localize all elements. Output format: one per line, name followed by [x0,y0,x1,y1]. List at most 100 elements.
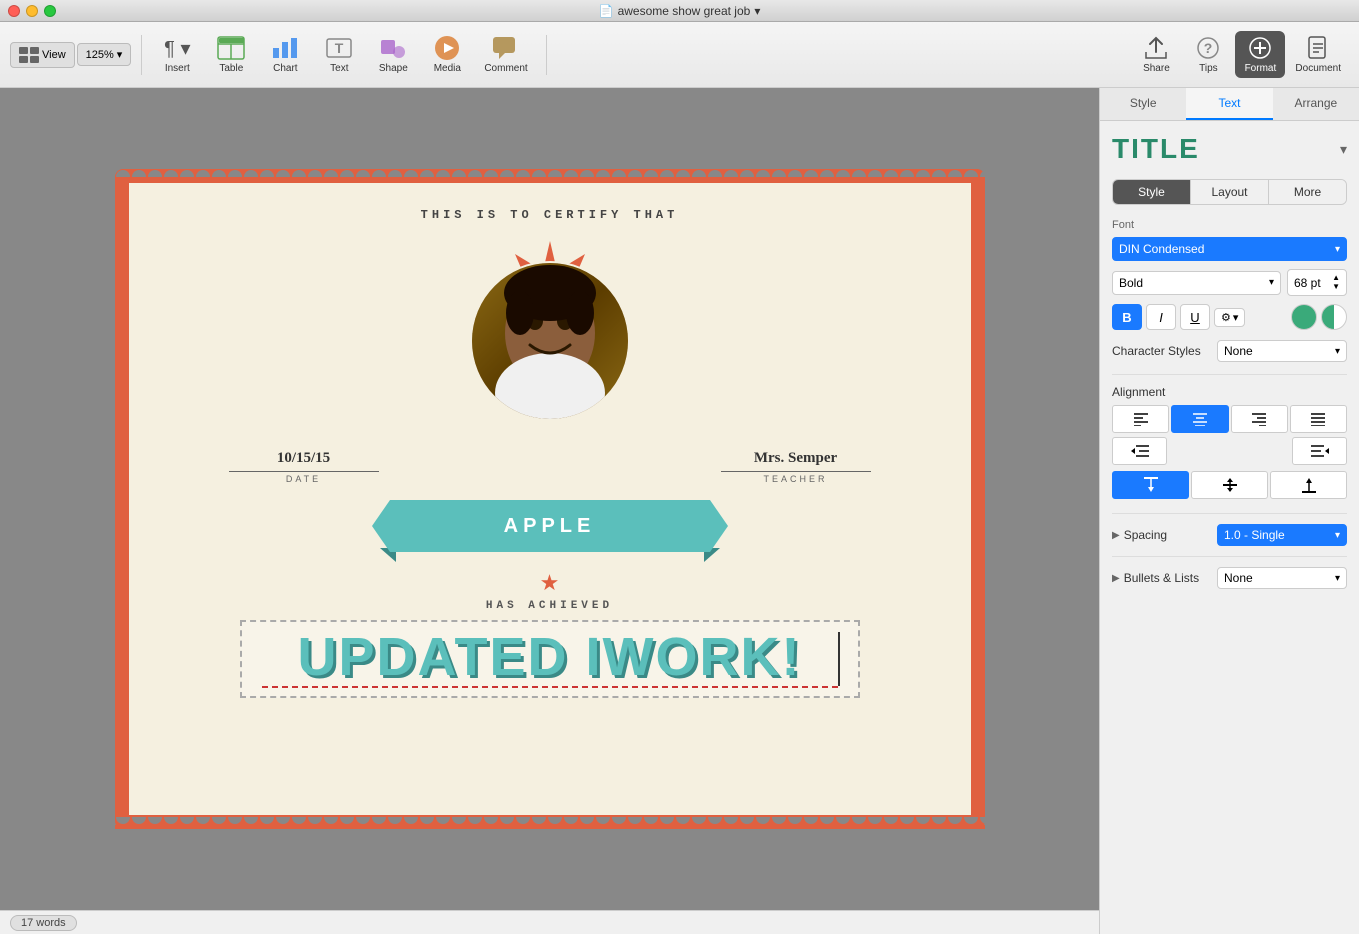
svg-text:T: T [335,40,344,56]
font-size-stepper[interactable]: ▲ ▼ [1332,274,1340,291]
tips-icon: ? [1193,35,1223,61]
gear-icon: ⚙ [1221,311,1231,324]
chevron-down-icon: ▾ [117,48,123,61]
comment-button[interactable]: Comment [476,31,535,78]
insert-icon: ¶ ▾ [162,35,192,61]
valign-middle-button[interactable] [1191,471,1268,499]
indent-increase-button[interactable] [1292,437,1347,465]
teacher-line [721,471,871,472]
word-count-bar: 17 words [0,910,1099,934]
font-size-input[interactable]: 68 pt ▲ ▼ [1287,269,1347,296]
valign-row [1112,471,1347,499]
achievement-box[interactable]: UPDATED IWORK! [240,620,860,698]
style-title-row: TITLE ▾ [1112,133,1347,165]
text-cursor [838,632,840,686]
chevron-down-icon: ▾ [1335,244,1340,255]
date-sig: 10/15/15 DATE [229,450,379,484]
close-button[interactable] [8,5,20,17]
bullets-select[interactable]: None ▾ [1217,567,1347,589]
media-icon [432,35,462,61]
word-count-badge: 17 words [10,915,77,931]
zoom-button[interactable]: 125% ▾ [77,43,132,66]
window-title: 📄 awesome show great job ▾ [599,4,761,18]
subtab-more[interactable]: More [1269,180,1346,204]
toolbar-right-group: Share ? Tips Format Document [1131,31,1349,78]
canvas-scroll[interactable]: THIS IS TO CERTIFY THAT [0,88,1099,910]
align-left-button[interactable] [1112,405,1169,433]
align-justify-button[interactable] [1290,405,1347,433]
character-styles-row: Character Styles None ▾ [1112,340,1347,362]
chevron-down-icon[interactable]: ▾ [754,4,760,18]
underline-button[interactable]: U [1180,304,1210,330]
font-section-label: Font [1112,219,1347,231]
view-button[interactable]: View [10,42,75,68]
font-size-down[interactable]: ▼ [1332,283,1340,291]
text-options-button[interactable]: ⚙ ▾ [1214,308,1245,327]
title-bar: 📄 awesome show great job ▾ [0,0,1359,22]
char-styles-label: Character Styles [1112,344,1201,358]
panel-content: TITLE ▾ Style Layout More Font DIN Conde… [1100,121,1359,934]
bold-button[interactable]: B [1112,304,1142,330]
indent-decrease-button[interactable] [1112,437,1167,465]
table-icon [216,35,246,61]
panel-tabs: Style Text Arrange [1100,88,1359,121]
font-color-half-button[interactable] [1321,304,1347,330]
valign-top-button[interactable] [1112,471,1189,499]
media-button[interactable]: Media [422,31,472,78]
fullscreen-button[interactable] [44,5,56,17]
cert-subtitle: THIS IS TO CERTIFY THAT [421,208,679,222]
bullets-row[interactable]: ▶ Bullets & Lists None ▾ [1112,567,1347,589]
certificate-inner: THIS IS TO CERTIFY THAT [129,183,971,815]
insert-button[interactable]: ¶ ▾ Insert [152,31,202,78]
traffic-lights[interactable] [8,5,56,17]
shape-icon [378,35,408,61]
view-icon [19,47,39,63]
tab-arrange[interactable]: Arrange [1273,88,1359,120]
view-zoom-group: View 125% ▾ [10,42,131,68]
toolbar: View 125% ▾ ¶ ▾ Insert Table Chart T Tex… [0,22,1359,88]
banner: APPLE [390,500,710,552]
divider-3 [1112,556,1347,557]
spacing-row[interactable]: ▶ Spacing 1.0 - Single ▾ [1112,524,1347,546]
chevron-down-icon[interactable]: ▾ [1340,141,1347,158]
chevron-down-icon: ▾ [1269,277,1274,288]
banner-tail-right [710,500,728,552]
date-value: 10/15/15 [277,450,330,467]
tab-style[interactable]: Style [1100,88,1186,120]
font-color-button[interactable] [1291,304,1317,330]
signature-row: 10/15/15 DATE Mrs. Semper TEACHER [169,450,931,484]
style-buttons-row: B I U ⚙ ▾ [1112,304,1347,330]
banner-container: APPLE [390,492,710,562]
format-icon [1245,35,1275,61]
subtab-style[interactable]: Style [1113,180,1191,204]
subtab-layout[interactable]: Layout [1191,180,1269,204]
spacing-select[interactable]: 1.0 - Single ▾ [1217,524,1347,546]
canvas-area: THIS IS TO CERTIFY THAT [0,88,1099,934]
format-button[interactable]: Format [1235,31,1285,78]
text-button[interactable]: T Text [314,31,364,78]
document-button[interactable]: Document [1287,31,1349,78]
italic-button[interactable]: I [1146,304,1176,330]
teacher-value: Mrs. Semper [754,450,837,467]
chart-button[interactable]: Chart [260,31,310,78]
shape-button[interactable]: Shape [368,31,418,78]
table-button[interactable]: Table [206,31,256,78]
svg-text:?: ? [1204,40,1213,56]
chevron-down-icon: ▾ [1335,346,1340,357]
tab-text[interactable]: Text [1186,88,1272,120]
achievement-text: UPDATED IWORK! [262,630,838,684]
char-styles-select[interactable]: None ▾ [1217,340,1347,362]
right-panel: Style Text Arrange TITLE ▾ Style Layout … [1099,88,1359,934]
tips-button[interactable]: ? Tips [1183,31,1233,78]
align-right-button[interactable] [1231,405,1288,433]
title-icon: 📄 [599,4,614,18]
toolbar-divider [141,35,142,75]
text-icon: T [324,35,354,61]
font-size-up[interactable]: ▲ [1332,274,1340,282]
share-button[interactable]: Share [1131,31,1181,78]
align-center-button[interactable] [1171,405,1228,433]
minimize-button[interactable] [26,5,38,17]
font-weight-select[interactable]: Bold ▾ [1112,271,1281,295]
font-name-select[interactable]: DIN Condensed ▾ [1112,237,1347,261]
valign-bottom-button[interactable] [1270,471,1347,499]
